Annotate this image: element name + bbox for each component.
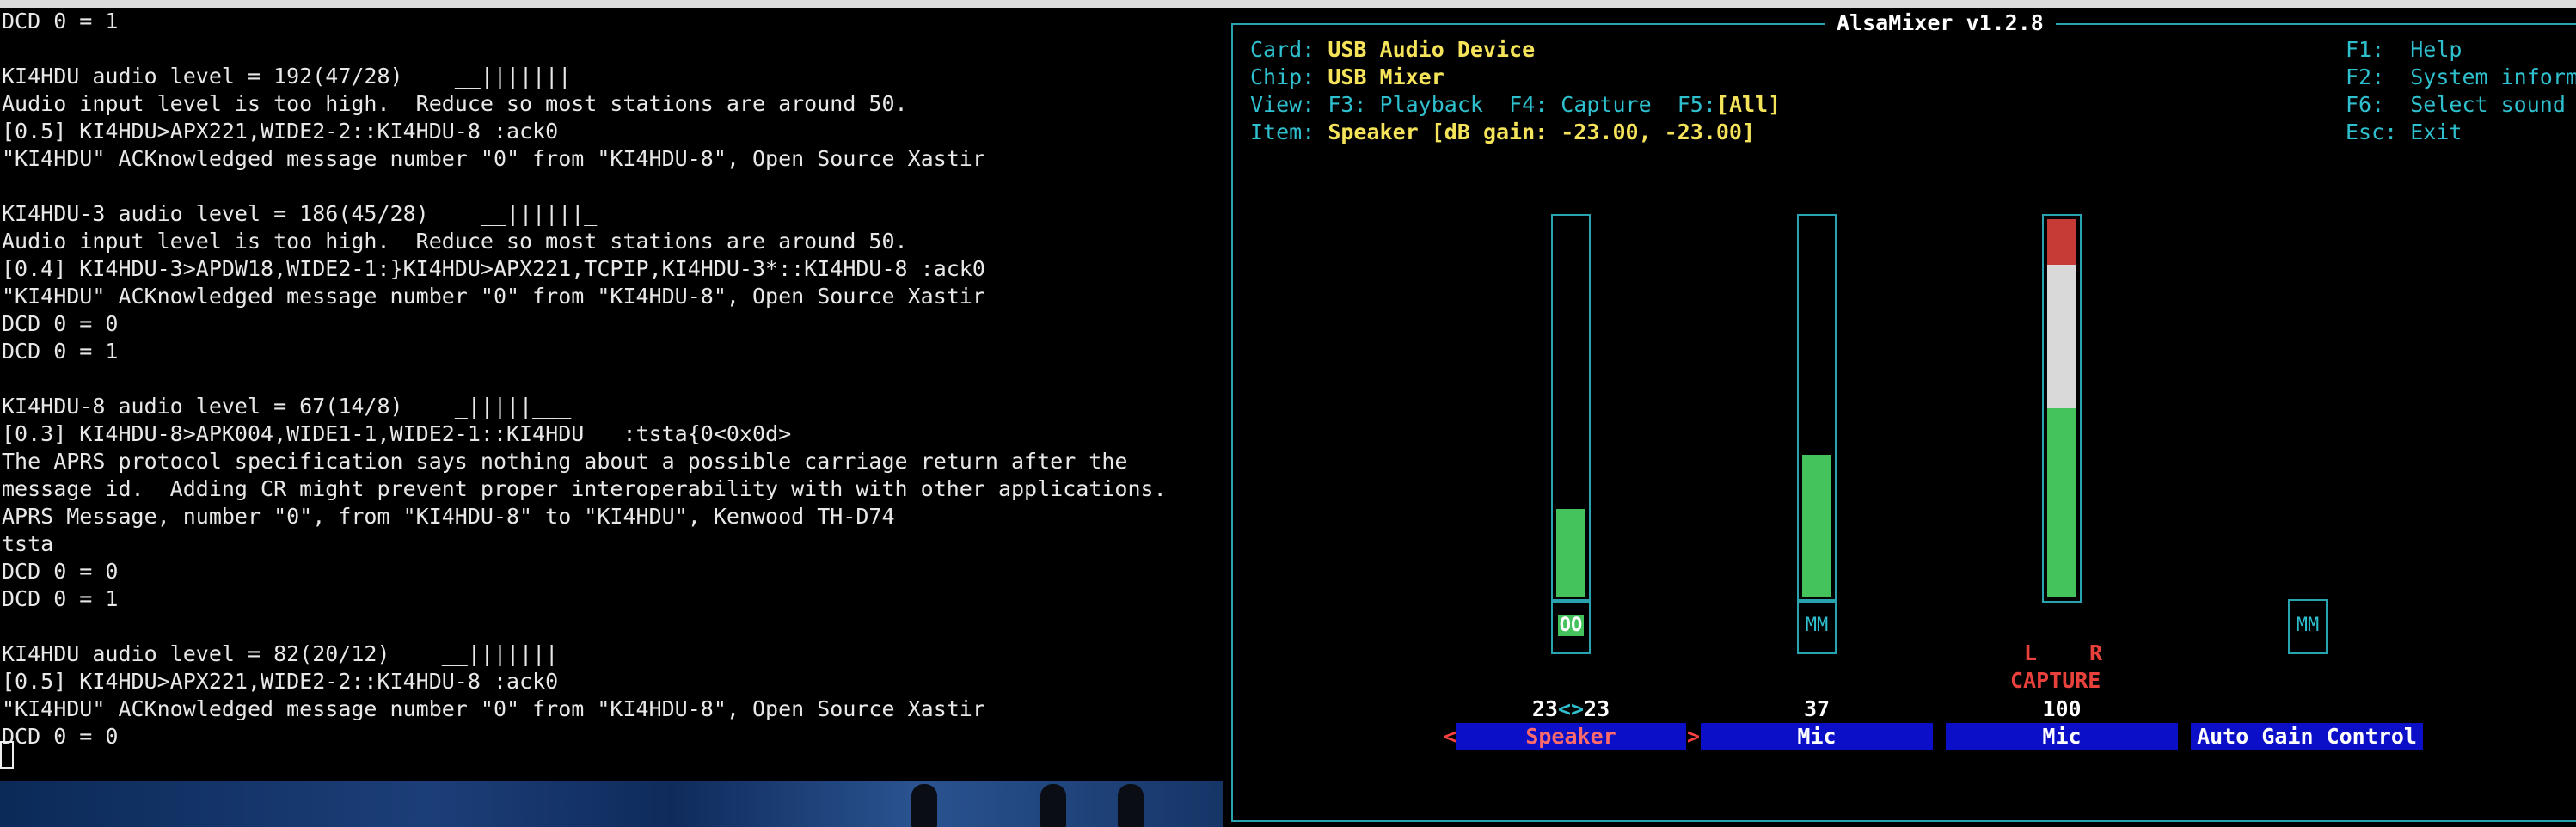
key-help[interactable]: F1: Help [2346, 36, 2462, 64]
item-value: Speaker [dB gain: -23.00, -23.00] [1328, 119, 1756, 144]
terminal-cursor [0, 741, 14, 769]
view-all-tab[interactable]: [All] [1716, 92, 1781, 117]
speaker-mute-switch[interactable]: OO [1551, 599, 1591, 654]
terminal-line: [0.5] KI4HDU>APX221,WIDE2-2::KI4HDU-8 :a… [2, 119, 559, 144]
terminal-line: "KI4HDU" ACKnowledged message number "0"… [2, 696, 985, 721]
window-top-bar [0, 0, 2576, 8]
alsamixer-window[interactable]: AlsaMixer v1.2.8 Card: USB Audio Device … [1223, 8, 2576, 827]
mic-capture-volume-bar[interactable] [2042, 214, 2082, 603]
chip-row: Chip: USB Mixer [1250, 64, 1444, 91]
terminal-line: "KI4HDU" ACKnowledged message number "0"… [2, 284, 985, 309]
key-exit[interactable]: Esc: Exit [2346, 119, 2462, 146]
terminal-line: APRS Message, number "0", from "KI4HDU-8… [2, 504, 895, 529]
terminal-line: DCD 0 = 0 [2, 559, 119, 584]
agc-name[interactable]: Auto Gain Control [2191, 723, 2423, 750]
terminal-line: tsta [2, 531, 54, 556]
desktop-figure-3 [1118, 784, 1144, 827]
selection-right-arrow: > [1687, 724, 1701, 749]
terminal-line: KI4HDU audio level = 82(20/12) __||||||| [2, 641, 559, 666]
mic-playback-volume-value: 37 [1803, 696, 1831, 721]
card-label: Card: [1250, 37, 1316, 62]
view-playback-tab[interactable]: F3: Playback [1328, 92, 1483, 117]
terminal-line: DCD 0 = 1 [2, 586, 119, 611]
capture-left-indicator: L [2024, 640, 2038, 665]
desktop-background [0, 781, 1223, 827]
card-row: Card: USB Audio Device [1250, 36, 1535, 64]
key-system-info[interactable]: F2: System information [2346, 64, 2576, 91]
mic-capture-name[interactable]: Mic [1946, 723, 2178, 750]
speaker-name[interactable]: Speaker [1456, 723, 1686, 750]
capture-label[interactable]: CAPTURE [2010, 667, 2101, 695]
capture-right-indicator: R [2089, 640, 2103, 665]
speaker-volume-value: 23<>23 [1531, 696, 1610, 721]
terminal-line: DCD 0 = 0 [2, 724, 119, 749]
mic-capture-volume-value: 100 [2042, 696, 2082, 721]
terminal-line: "KI4HDU" ACKnowledged message number "0"… [2, 146, 985, 171]
agc-switch[interactable]: MM [2288, 599, 2328, 654]
mic-capture-level-white [2047, 265, 2076, 408]
desktop-figure-1 [911, 784, 937, 827]
terminal-window[interactable]: DCD 0 = 1 KI4HDU audio level = 192(47/28)… [0, 8, 1223, 781]
terminal-line: DCD 0 = 1 [2, 9, 119, 34]
mic-playback-volume-bar[interactable] [1797, 214, 1837, 603]
mic-playback-level-fill [1802, 455, 1831, 597]
terminal-line: KI4HDU audio level = 192(47/28) __||||||… [2, 64, 572, 89]
terminal-line: [0.3] KI4HDU-8>APK004,WIDE1-1,WIDE2-1::K… [2, 421, 792, 446]
terminal-line: [0.4] KI4HDU-3>APDW18,WIDE2-1:}KI4HDU>AP… [2, 256, 985, 281]
view-label: View: [1250, 92, 1316, 117]
terminal-line: Audio input level is too high. Reduce so… [2, 91, 908, 116]
item-label: Item: [1250, 119, 1316, 144]
view-row: View: F3: Playback F4: Capture F5:[All] [1250, 91, 1781, 119]
mic-playback-name[interactable]: Mic [1701, 723, 1933, 750]
key-select-card[interactable]: F6: Select sound card [2346, 91, 2576, 119]
mic-playback-mute-switch[interactable]: MM [1797, 599, 1837, 654]
view-capture-tab[interactable]: F4: Capture [1509, 92, 1652, 117]
item-row: Item: Speaker [dB gain: -23.00, -23.00] [1250, 119, 1755, 146]
terminal-line: DCD 0 = 0 [2, 311, 119, 336]
mic-capture-level-red [2047, 219, 2076, 265]
mixer-title: AlsaMixer v1.2.8 [1825, 9, 2056, 37]
card-value: USB Audio Device [1328, 37, 1536, 62]
terminal-line: KI4HDU-3 audio level = 186(45/28) __||||… [2, 201, 598, 226]
speaker-volume-bar[interactable] [1551, 214, 1591, 603]
terminal-line: KI4HDU-8 audio level = 67(14/8) _|||||__… [2, 394, 572, 419]
chip-value: USB Mixer [1328, 64, 1444, 89]
speaker-level-fill [1556, 509, 1585, 597]
terminal-line: [0.5] KI4HDU>APX221,WIDE2-2::KI4HDU-8 :a… [2, 669, 559, 694]
terminal-line: The APRS protocol specification says not… [2, 449, 1128, 474]
terminal-line: Audio input level is too high. Reduce so… [2, 229, 908, 254]
chip-label: Chip: [1250, 64, 1316, 89]
terminal-line: message id. Adding CR might prevent prop… [2, 476, 1167, 501]
mic-capture-level-green [2047, 408, 2076, 597]
desktop-figure-2 [1040, 784, 1066, 827]
view-all-key[interactable]: F5: [1677, 92, 1716, 117]
selection-left-arrow: < [1444, 724, 1457, 749]
terminal-line: DCD 0 = 1 [2, 339, 119, 364]
